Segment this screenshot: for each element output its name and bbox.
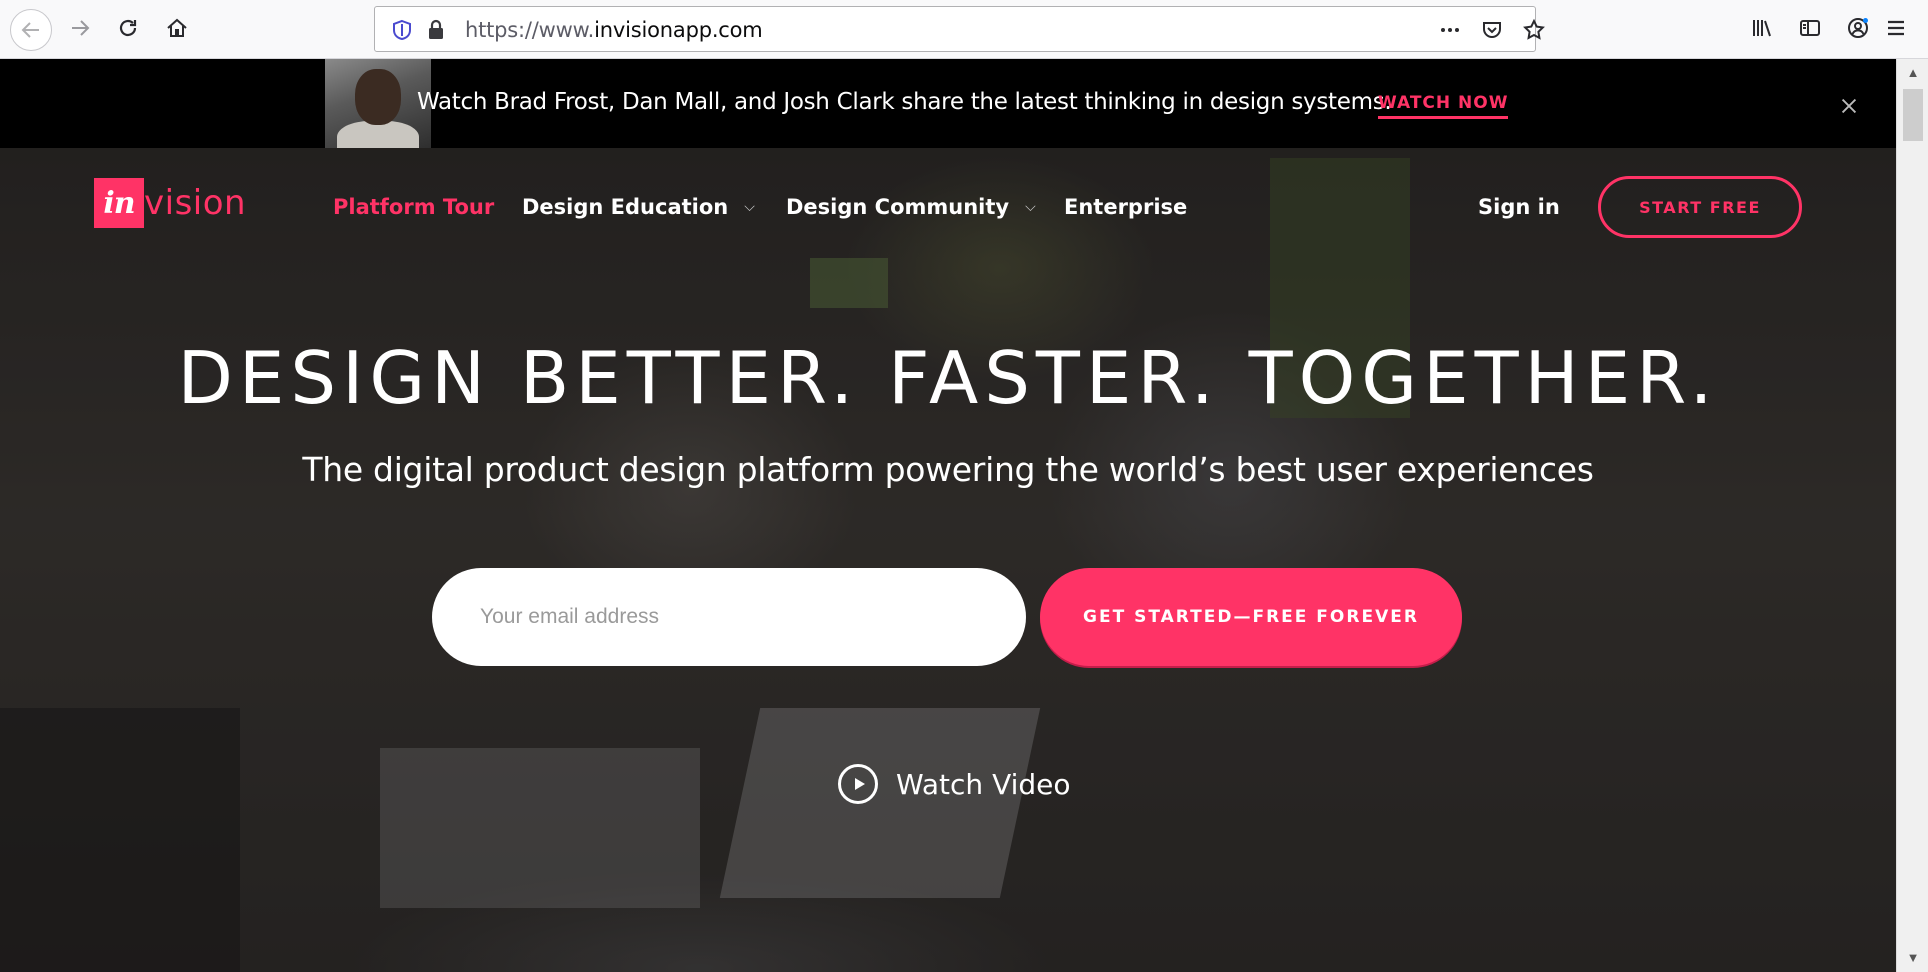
watch-now-link[interactable]: WATCH NOW xyxy=(1378,93,1509,119)
banner-text: Watch Brad Frost, Dan Mall, and Josh Cla… xyxy=(417,89,1392,115)
url-bar[interactable]: https://www.invisionapp.com xyxy=(374,6,1545,52)
sidebar-icon[interactable] xyxy=(1790,8,1830,48)
nav-platform-tour[interactable]: Platform Tour xyxy=(333,195,494,219)
chevron-down-icon: ⌵ xyxy=(744,199,755,215)
page-scrollbar[interactable]: ▲ ▼ xyxy=(1896,59,1928,972)
play-icon xyxy=(838,764,878,804)
more-icon[interactable] xyxy=(1437,17,1463,43)
forward-icon[interactable] xyxy=(60,8,100,48)
speaker-photo xyxy=(325,59,431,148)
pocket-icon[interactable] xyxy=(1479,17,1505,43)
watch-video-link[interactable]: Watch Video xyxy=(838,764,1071,804)
get-started-button[interactable]: GET STARTED—FREE FOREVER xyxy=(1040,568,1462,666)
bookmark-star-icon[interactable] xyxy=(1521,17,1547,43)
scrollbar-thumb[interactable] xyxy=(1903,89,1923,141)
chevron-down-icon: ⌵ xyxy=(1025,199,1036,215)
browser-toolbar: https://www.invisionapp.com xyxy=(0,0,1928,59)
invision-logo[interactable]: in vision xyxy=(94,178,246,228)
lock-icon[interactable] xyxy=(423,17,449,43)
nav-design-education[interactable]: Design Education ⌵ xyxy=(522,195,755,219)
shield-icon[interactable] xyxy=(389,17,415,43)
library-icon[interactable] xyxy=(1742,8,1782,48)
nav-design-community[interactable]: Design Community ⌵ xyxy=(786,195,1036,219)
email-input[interactable] xyxy=(432,568,1026,666)
logo-mark: in xyxy=(94,178,144,228)
start-free-button[interactable]: START FREE xyxy=(1598,176,1802,238)
reload-icon[interactable] xyxy=(108,8,148,48)
scroll-down-icon[interactable]: ▼ xyxy=(1905,950,1921,966)
scroll-up-icon[interactable]: ▲ xyxy=(1905,65,1921,81)
sign-in-link[interactable]: Sign in xyxy=(1478,195,1560,219)
watch-video-label: Watch Video xyxy=(896,767,1071,801)
url-text: https://www.invisionapp.com xyxy=(465,18,763,42)
hero-headline: DESIGN BETTER. FASTER. TOGETHER. xyxy=(177,336,1719,420)
hero-subhead: The digital product design platform powe… xyxy=(302,450,1594,489)
close-icon[interactable] xyxy=(1838,95,1860,117)
back-icon[interactable] xyxy=(10,9,52,51)
logo-word: vision xyxy=(144,183,247,223)
hero-section: in vision Platform Tour Design Education… xyxy=(0,148,1896,972)
announcement-banner: Watch Brad Frost, Dan Mall, and Josh Cla… xyxy=(0,59,1896,148)
home-icon[interactable] xyxy=(157,8,197,48)
menu-icon[interactable] xyxy=(1872,8,1920,48)
nav-enterprise[interactable]: Enterprise xyxy=(1064,195,1187,219)
